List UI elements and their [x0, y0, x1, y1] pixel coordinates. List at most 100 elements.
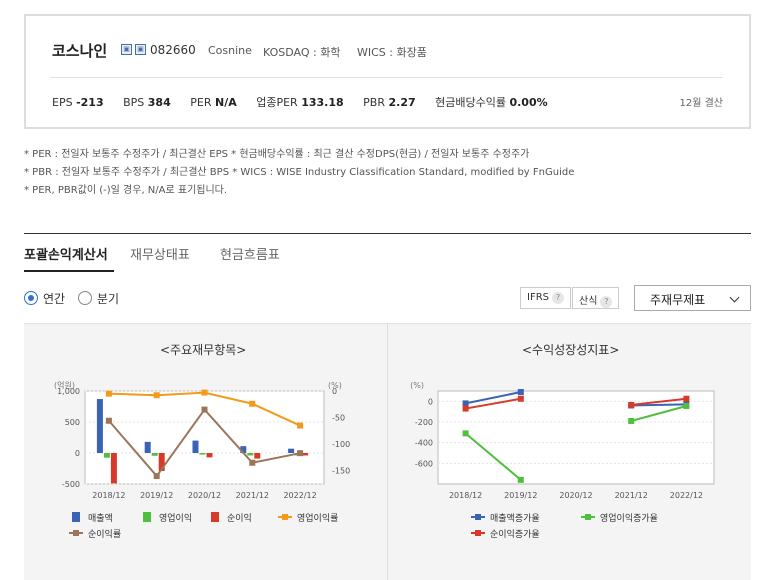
tab-income-statement[interactable]: 포괄손익계산서 — [24, 244, 108, 263]
point-순이익증가율 — [683, 395, 690, 402]
point-매출액증가율 — [462, 400, 469, 407]
legend-label: 순이익 — [227, 512, 252, 524]
point-순이익증가율 — [517, 395, 524, 402]
y2-tick-label: -100 — [332, 440, 350, 449]
fiscal-period: 12월 결산 — [679, 98, 723, 109]
legend-swatch — [475, 530, 481, 536]
y2-axis-label: (%) — [328, 381, 342, 390]
point-영업이익증가율 — [517, 476, 524, 483]
legend-label: 영업이익증가율 — [600, 512, 658, 524]
legend-swatch — [211, 512, 219, 522]
stock-code: 082660 — [150, 43, 196, 57]
statement-type-select[interactable]: 주재무제표 — [634, 285, 751, 311]
chevron-down-icon — [729, 292, 740, 303]
legend-label: 영업이익 — [159, 512, 192, 524]
formula-button[interactable]: 산식? — [572, 287, 620, 309]
legend-swatch — [73, 530, 79, 536]
bar-영업이익 — [151, 453, 158, 456]
point-순이익증가율 — [462, 405, 469, 412]
help-icon[interactable]: ? — [552, 292, 564, 304]
y-axis-label: (%) — [410, 381, 424, 390]
bar-순이익 — [254, 453, 261, 459]
note-line: * PER : 전일자 보통주 수정주가 / 최근결산 EPS * 현금배당수익… — [24, 149, 530, 160]
point-매출액증가율 — [517, 389, 524, 396]
point-영업이익률 — [201, 389, 208, 396]
plot-area — [84, 390, 325, 485]
point-영업이익률 — [105, 390, 112, 397]
legend-label: 매출액 — [88, 512, 113, 524]
tab-balance-sheet[interactable]: 재무상태표 — [130, 244, 190, 263]
x-tick-label: 2019/12 — [504, 491, 537, 500]
active-tab-underline — [24, 270, 114, 272]
building-icon[interactable]: ▣ — [121, 44, 132, 55]
x-tick-label: 2021/12 — [236, 491, 269, 500]
y-tick-label: 0 — [428, 397, 433, 406]
y-tick-label: -200 — [415, 418, 433, 427]
select-value: 주재무제표 — [650, 293, 706, 307]
bar-매출액 — [96, 399, 103, 453]
growth-chart: 0 -200 -400 -600 (%) 2018/12 2019/12 2020/12 202… — [410, 381, 715, 540]
y-axis-label: (억원) — [54, 380, 75, 390]
bar-영업이익 — [103, 453, 110, 458]
y-tick-label: 500 — [65, 418, 80, 427]
legend-swatch — [282, 514, 288, 520]
point-영업이익률 — [153, 392, 160, 399]
quarter-radio[interactable] — [78, 291, 92, 305]
legend-label: 영업이익률 — [297, 512, 338, 524]
x-tick-label: 2018/12 — [92, 491, 125, 500]
bar-영업이익 — [247, 453, 254, 456]
point-순이익률 — [249, 459, 256, 466]
y-tick-label: -500 — [62, 480, 80, 489]
sector-per-metric: 업종PER 133.18 — [256, 96, 344, 109]
chart-title-growth: <수익성장성지표> — [522, 343, 620, 357]
quarter-label[interactable]: 분기 — [97, 290, 119, 307]
point-영업이익률 — [249, 400, 256, 407]
chart-title-financials: <주요재무항목> — [160, 343, 247, 357]
x-tick-label: 2020/12 — [559, 491, 592, 500]
tab-cash-flow[interactable]: 현금흐름표 — [220, 244, 280, 263]
legend-label: 순이익률 — [88, 528, 121, 540]
financials-chart: 1,0005000-5000-50-100-150(억원) (%)2018/12 2… — [54, 380, 350, 540]
market-label: KOSDAQ : 화학 — [263, 46, 341, 59]
help-icon[interactable]: ? — [600, 296, 613, 308]
point-순이익률 — [105, 417, 112, 424]
pbr-metric: PBR 2.27 — [363, 96, 416, 109]
legend-label: 순이익증가율 — [490, 528, 540, 540]
bps-metric: BPS 384 — [123, 96, 171, 109]
bar-영업이익 — [199, 453, 206, 455]
legend-swatch — [72, 512, 80, 522]
bar-매출액 — [192, 440, 199, 453]
ifrs-button[interactable]: IFRS? — [520, 287, 571, 309]
y2-tick-label: -50 — [332, 414, 345, 423]
dividend-metric: 현금배당수익률 0.00% — [435, 96, 548, 109]
bar-매출액 — [144, 441, 151, 453]
annual-radio[interactable] — [24, 291, 38, 305]
bar-매출액 — [288, 448, 295, 453]
x-tick-label: 2022/12 — [670, 491, 703, 500]
bar-순이익 — [110, 453, 117, 484]
company-eng-name: Cosnine — [208, 44, 252, 57]
legend-swatch — [475, 514, 481, 520]
building-alt-icon[interactable]: ▣ — [135, 44, 146, 55]
x-tick-label: 2018/12 — [449, 491, 482, 500]
point-순이익률 — [297, 450, 304, 457]
x-tick-label: 2019/12 — [140, 491, 173, 500]
metrics-row: EPS -213 BPS 384 PER N/A 업종PER 133.18 PB… — [52, 94, 564, 110]
point-순이익증가율 — [628, 401, 635, 408]
bar-순이익 — [206, 453, 213, 458]
point-영업이익률 — [297, 422, 304, 429]
note-line: * PBR : 전일자 보통주 수정주가 / 최근결산 BPS * WICS :… — [24, 167, 575, 178]
x-tick-label: 2021/12 — [615, 491, 648, 500]
x-tick-label: 2022/12 — [283, 491, 316, 500]
annual-label[interactable]: 연간 — [43, 290, 65, 307]
company-name: 코스나인 — [52, 42, 108, 60]
y-tick-label: 0 — [75, 449, 80, 458]
x-tick-label: 2020/12 — [188, 491, 221, 500]
y-tick-label: -600 — [415, 459, 433, 468]
legend-label: 매출액증가율 — [490, 512, 540, 524]
per-metric: PER N/A — [190, 96, 237, 109]
notes: * PER : 전일자 보통주 수정주가 / 최근결산 EPS * 현금배당수익… — [24, 146, 574, 200]
note-line: * PER, PBR값이 (-)일 경우, N/A로 표기됩니다. — [24, 185, 228, 196]
point-영업이익증가율 — [628, 417, 635, 424]
company-summary-box: 코스나인 ▣ ▣ 082660 Cosnine KOSDAQ : 화학 WICS… — [24, 14, 751, 129]
